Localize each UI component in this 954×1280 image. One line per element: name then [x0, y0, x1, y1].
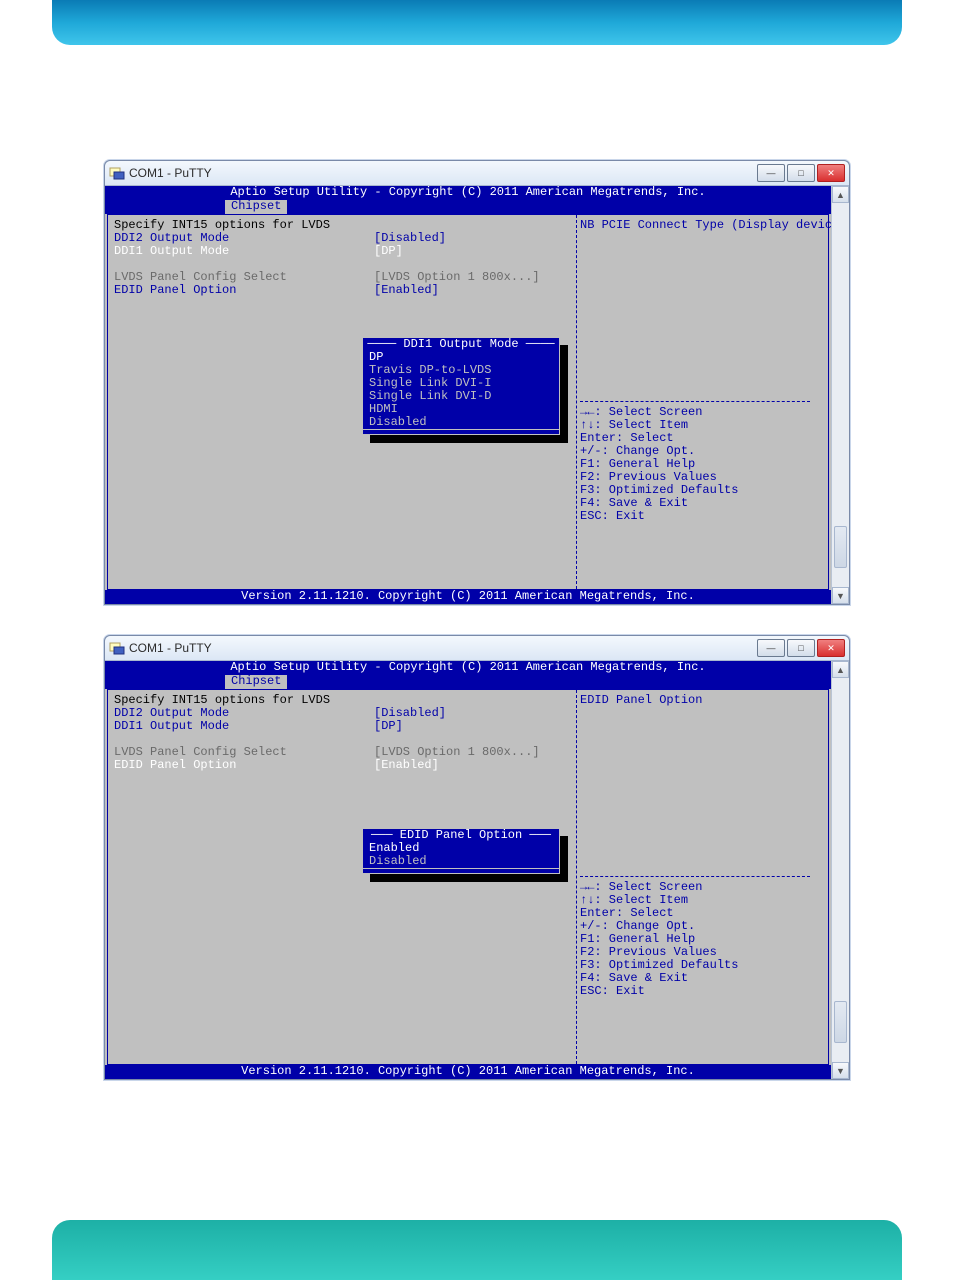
bios-tab-row: Chipset	[105, 200, 831, 214]
bios-left-pane: Specify INT15 options for LVDS DDI2 Outp…	[114, 694, 572, 772]
bios-item-ddi1[interactable]: DDI1 Output Mode[DP]	[114, 245, 572, 258]
bios-tab-row: Chipset	[105, 675, 831, 689]
bios-item-edid[interactable]: EDID Panel Option[Enabled]	[114, 759, 572, 772]
bios-right-pane: NB PCIE Connect Type (Display device) →←…	[580, 219, 824, 523]
bios-tab-chipset[interactable]: Chipset	[225, 200, 287, 214]
popup-bottom-border	[363, 868, 559, 873]
putty-window-1: COM1 - PuTTY — □ ✕ Aptio Setup Utility -…	[104, 160, 850, 605]
close-button[interactable]: ✕	[817, 639, 845, 657]
screenshots-container: COM1 - PuTTY — □ ✕ Aptio Setup Utility -…	[0, 45, 954, 1080]
bios-header: Aptio Setup Utility - Copyright (C) 2011…	[105, 661, 831, 675]
help-esc: ESC: Exit	[580, 510, 824, 523]
item-description: NB PCIE Connect Type (Display device)	[580, 219, 824, 232]
putty-body: Aptio Setup Utility - Copyright (C) 2011…	[105, 186, 849, 604]
terminal-area[interactable]: Aptio Setup Utility - Copyright (C) 2011…	[105, 661, 831, 1079]
minimize-button[interactable]: —	[757, 164, 785, 182]
bios-header: Aptio Setup Utility - Copyright (C) 2011…	[105, 186, 831, 200]
scrollbar[interactable]: ▲ ▼	[831, 661, 849, 1079]
putty-icon	[109, 165, 125, 181]
popup-option-disabled[interactable]: Disabled	[363, 416, 559, 429]
bios-main-panel: Specify INT15 options for LVDS DDI2 Outp…	[107, 689, 829, 1065]
scroll-thumb[interactable]	[834, 1001, 847, 1043]
close-button[interactable]: ✕	[817, 164, 845, 182]
scroll-up-icon[interactable]: ▲	[832, 186, 849, 203]
bios-footer: Version 2.11.1210. Copyright (C) 2011 Am…	[105, 1065, 831, 1079]
page-footer-banner	[52, 1220, 902, 1280]
right-separator	[580, 401, 810, 402]
scroll-down-icon[interactable]: ▼	[832, 587, 849, 604]
bios-left-pane: Specify INT15 options for LVDS DDI2 Outp…	[114, 219, 572, 297]
title-bar[interactable]: COM1 - PuTTY — □ ✕	[105, 636, 849, 661]
bios-footer: Version 2.11.1210. Copyright (C) 2011 Am…	[105, 590, 831, 604]
title-bar[interactable]: COM1 - PuTTY — □ ✕	[105, 161, 849, 186]
window-buttons: — □ ✕	[757, 639, 845, 657]
putty-body: Aptio Setup Utility - Copyright (C) 2011…	[105, 661, 849, 1079]
putty-icon	[109, 640, 125, 656]
help-esc: ESC: Exit	[580, 985, 824, 998]
window-buttons: — □ ✕	[757, 164, 845, 182]
bios-right-pane: EDID Panel Option →←: Select Screen ↑↓: …	[580, 694, 824, 998]
bios-item-ddi1[interactable]: DDI1 Output Mode[DP]	[114, 720, 572, 733]
pane-divider	[576, 215, 578, 589]
scrollbar[interactable]: ▲ ▼	[831, 186, 849, 604]
scroll-down-icon[interactable]: ▼	[832, 1062, 849, 1079]
maximize-button[interactable]: □	[787, 164, 815, 182]
right-separator	[580, 876, 810, 877]
popup-edid-panel-option[interactable]: ─── EDID Panel Option ─── Enabled Disabl…	[362, 828, 560, 874]
maximize-button[interactable]: □	[787, 639, 815, 657]
bios-tab-chipset[interactable]: Chipset	[225, 675, 287, 689]
item-description: EDID Panel Option	[580, 694, 824, 707]
popup-bottom-border	[363, 429, 559, 434]
help-key-list: →←: Select Screen ↑↓: Select Item Enter:…	[580, 881, 824, 998]
window-title: COM1 - PuTTY	[129, 641, 757, 655]
terminal-area[interactable]: Aptio Setup Utility - Copyright (C) 2011…	[105, 186, 831, 604]
window-title: COM1 - PuTTY	[129, 166, 757, 180]
scroll-thumb[interactable]	[834, 526, 847, 568]
right-pane-spacer	[580, 232, 824, 397]
page-header-banner	[52, 0, 902, 45]
bios-main-panel: Specify INT15 options for LVDS DDI2 Outp…	[107, 214, 829, 590]
popup-ddi1-output-mode[interactable]: ──── DDI1 Output Mode ──── DP Travis DP-…	[362, 337, 560, 435]
bottom-spacer	[0, 1110, 954, 1220]
minimize-button[interactable]: —	[757, 639, 785, 657]
right-pane-spacer	[580, 707, 824, 872]
help-key-list: →←: Select Screen ↑↓: Select Item Enter:…	[580, 406, 824, 523]
scroll-up-icon[interactable]: ▲	[832, 661, 849, 678]
popup-option-disabled[interactable]: Disabled	[363, 855, 559, 868]
putty-window-2: COM1 - PuTTY — □ ✕ Aptio Setup Utility -…	[104, 635, 850, 1080]
pane-divider	[576, 690, 578, 1064]
bios-item-edid[interactable]: EDID Panel Option[Enabled]	[114, 284, 572, 297]
popup-title: ──── DDI1 Output Mode ────	[363, 338, 559, 351]
